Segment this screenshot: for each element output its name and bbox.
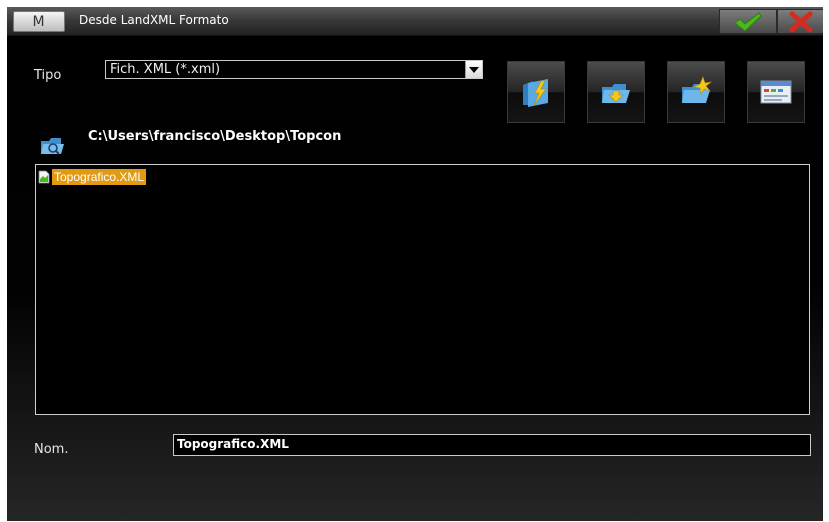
file-item[interactable]: Topografico.XML bbox=[38, 168, 147, 186]
xml-file-icon bbox=[38, 170, 50, 184]
new-folder-button[interactable] bbox=[667, 61, 725, 123]
file-name-input[interactable]: Topografico.XML bbox=[173, 434, 811, 456]
type-select[interactable]: Fich. XML (*.xml) bbox=[105, 60, 483, 79]
checkmark-icon bbox=[734, 11, 762, 32]
window-list-icon bbox=[760, 80, 792, 104]
cancel-button[interactable] bbox=[777, 9, 823, 34]
folder-search-icon[interactable] bbox=[40, 133, 66, 157]
title-bar: M Desde LandXML Formato bbox=[7, 7, 823, 36]
menu-button-label: M bbox=[32, 13, 46, 30]
folder-arrow-icon bbox=[602, 84, 630, 103]
close-icon bbox=[789, 11, 813, 32]
chevron-down-icon[interactable] bbox=[465, 61, 482, 78]
type-select-value: Fich. XML (*.xml) bbox=[110, 62, 221, 77]
quick-open-button[interactable] bbox=[507, 61, 565, 123]
file-list[interactable]: Topografico.XML bbox=[35, 164, 810, 415]
folder-lightning-icon bbox=[523, 79, 548, 107]
folder-up-button[interactable] bbox=[587, 61, 645, 123]
current-path: C:\Users\francisco\Desktop\Topcon bbox=[88, 129, 342, 144]
type-label: Tipo bbox=[34, 68, 62, 83]
name-label: Nom. bbox=[34, 442, 69, 457]
menu-button[interactable]: M bbox=[13, 11, 65, 32]
dialog-window: M Desde LandXML Formato Tipo Fich. XML (… bbox=[7, 7, 823, 521]
file-name-value: Topografico.XML bbox=[177, 437, 289, 451]
view-options-button[interactable] bbox=[747, 61, 805, 123]
window-title: Desde LandXML Formato bbox=[79, 13, 229, 27]
ok-button[interactable] bbox=[719, 9, 777, 34]
new-folder-icon bbox=[682, 76, 713, 103]
file-item-name: Topografico.XML bbox=[52, 169, 147, 185]
